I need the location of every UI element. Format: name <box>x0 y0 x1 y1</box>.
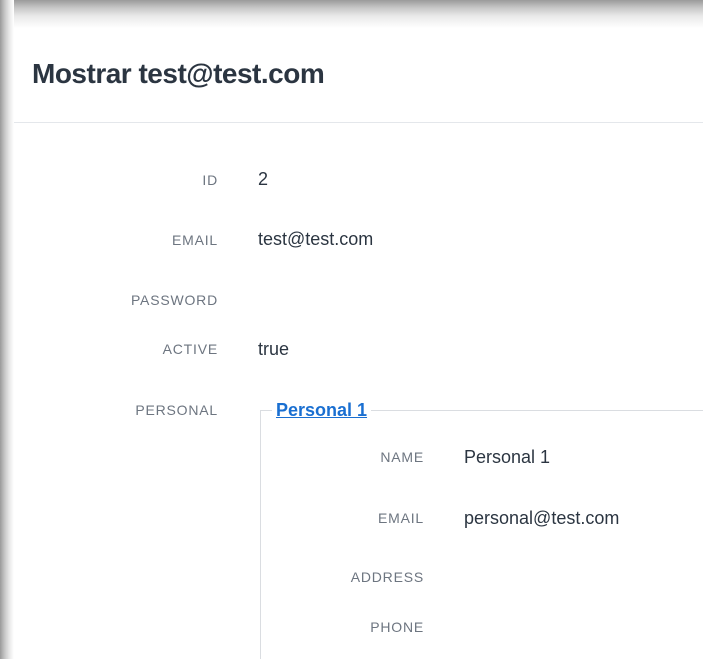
field-label-id: ID <box>202 172 218 188</box>
field-label-email: EMAIL <box>171 232 218 248</box>
shadow-top-edge <box>0 0 703 28</box>
field-value-id: 2 <box>258 169 269 189</box>
field-label-active: ACTIVE <box>162 341 218 357</box>
personal-label-phone: PHONE <box>370 619 424 635</box>
personal-label-address: ADDRESS <box>350 569 424 585</box>
personal-label-email: EMAIL <box>377 510 424 526</box>
field-label-password: PASSWORD <box>130 292 218 308</box>
personal-label-name: NAME <box>380 449 424 465</box>
shadow-left-edge <box>0 0 14 659</box>
personal-value-name: Personal 1 <box>464 447 551 467</box>
page-title: Mostrar test@test.com <box>32 58 325 89</box>
field-value-active: true <box>258 339 290 359</box>
personal-record-link[interactable]: Personal 1 <box>272 400 372 421</box>
field-label-personal: PERSONAL <box>135 402 218 418</box>
card-header: Mostrar test@test.com <box>14 28 703 123</box>
personal-value-email: personal@test.com <box>464 508 620 528</box>
screenshot-frame: Mostrar test@test.com ID 2 EMAIL test@te… <box>0 0 703 659</box>
detail-card: Mostrar test@test.com ID 2 EMAIL test@te… <box>14 28 703 659</box>
field-value-email: test@test.com <box>258 229 374 249</box>
